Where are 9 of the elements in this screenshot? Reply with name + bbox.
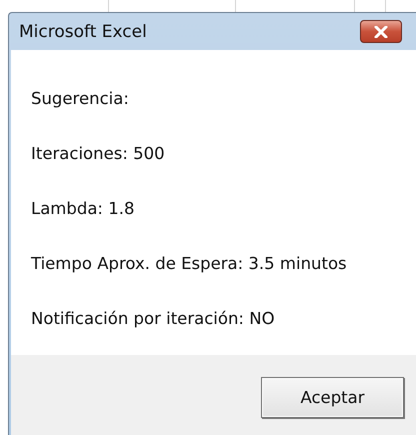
close-button[interactable] — [360, 20, 402, 43]
message-text: Notificación por iteración: NO — [31, 308, 276, 330]
message-text: Lambda: 1.8 — [31, 198, 136, 220]
close-icon — [374, 26, 388, 38]
window-title: Microsoft Excel — [19, 22, 147, 42]
message-text: Tiempo Aprox. de Espera: 3.5 minutos — [31, 253, 348, 275]
accept-button[interactable]: Aceptar — [261, 377, 404, 418]
message-text: Iteraciones: 500 — [31, 143, 166, 165]
message-text: Sugerencia: — [31, 88, 130, 110]
